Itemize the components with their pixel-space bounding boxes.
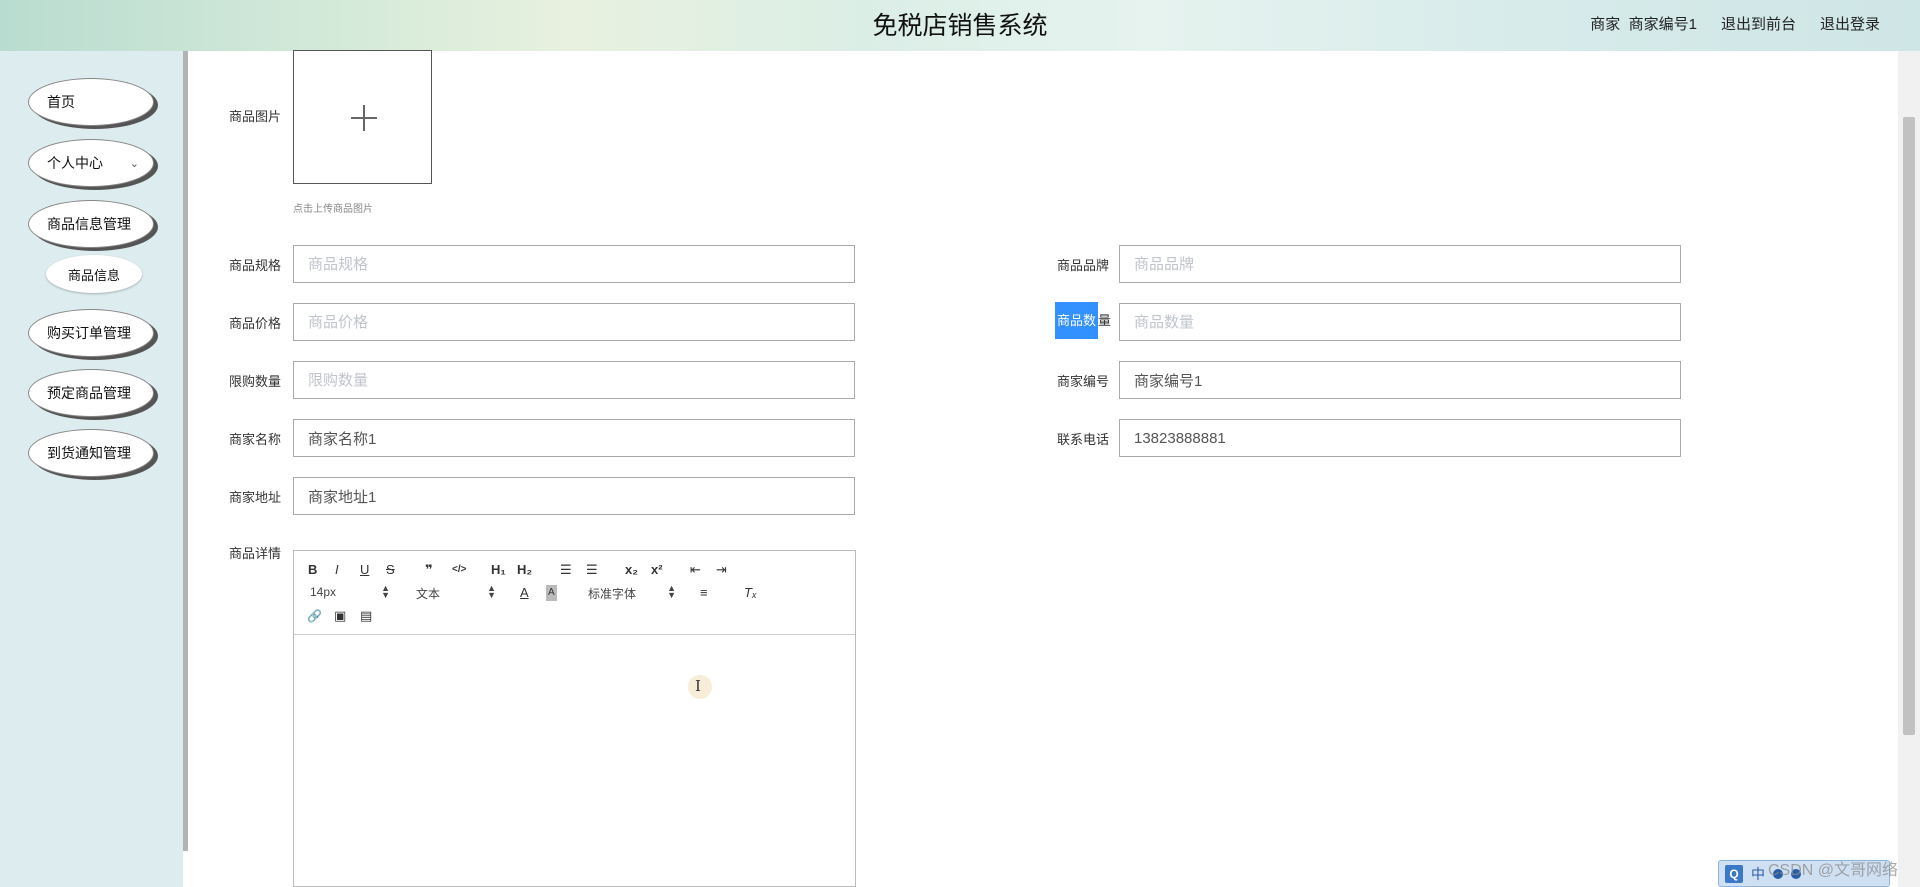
select-arrow-icon: ▲ ▼: [487, 583, 496, 600]
limit-label: 限购数量: [229, 374, 282, 389]
merchant-id-input[interactable]: [1119, 361, 1681, 399]
goto-front-link[interactable]: 退出到前台: [1721, 13, 1796, 34]
address-input[interactable]: [293, 477, 855, 515]
font-size-value: 14px: [310, 585, 337, 599]
bullet-list-button[interactable]: ☰: [586, 562, 598, 578]
user-role: 商家: [1590, 16, 1621, 33]
image-button[interactable]: ▣: [334, 608, 346, 624]
rich-text-editor: B I U S ❞ </> H₁ H₂ ☰ ☰ x₂ x² ⇤ ⇥ 14px ▲ ▼…: [293, 550, 856, 887]
video-button[interactable]: ▤: [360, 608, 372, 624]
block-type-select[interactable]: 文本 ▲ ▼: [416, 583, 496, 602]
watermark: CSDN @文哥网络: [1768, 862, 1899, 879]
sidebar-item-label: 个人中心: [47, 155, 103, 171]
code-button[interactable]: </>: [452, 562, 466, 578]
h2-button[interactable]: H₂: [517, 562, 532, 578]
image-upload-box[interactable]: [293, 50, 432, 184]
editor-content-area[interactable]: [294, 635, 855, 885]
upload-hint: 点击上传商品图片: [293, 204, 373, 215]
merchant-name-label: 商家名称: [229, 432, 282, 447]
scrollbar-thumb[interactable]: [1903, 117, 1915, 735]
plus-icon: [351, 105, 377, 131]
link-button[interactable]: 🔗: [307, 608, 322, 624]
spec-input[interactable]: [293, 245, 855, 283]
sidebar-item-product-management[interactable]: 商品信息管理: [28, 200, 154, 248]
align-button[interactable]: ≡: [700, 585, 708, 601]
logout-link[interactable]: 退出登录: [1820, 13, 1880, 34]
sidebar-item-order-management[interactable]: 购买订单管理: [28, 309, 154, 357]
clean-format-button[interactable]: Tₓ: [744, 585, 757, 601]
sidebar-item-arrival-notice-management[interactable]: 到货通知管理: [28, 429, 154, 477]
sidebar-item-label: 商品信息管理: [47, 216, 131, 232]
editor-toolbar: B I U S ❞ </> H₁ H₂ ☰ ☰ x₂ x² ⇤ ⇥ 14px ▲ ▼…: [294, 551, 855, 635]
sidebar-item-label: 预定商品管理: [47, 385, 131, 401]
font-family-value: 标准字体: [588, 587, 637, 601]
text-cursor-icon: I: [688, 675, 712, 699]
italic-button[interactable]: I: [335, 562, 339, 578]
background-color-button[interactable]: A: [546, 585, 557, 601]
limit-input[interactable]: [293, 361, 855, 399]
sidebar-item-label: 到货通知管理: [47, 445, 131, 461]
username: 商家编号1: [1628, 16, 1697, 33]
select-arrow-icon: ▲ ▼: [381, 583, 390, 600]
bold-button[interactable]: B: [308, 562, 317, 578]
merchant-id-label: 商家编号: [1057, 374, 1110, 389]
sidebar-subitem-product-info[interactable]: 商品信息: [46, 255, 142, 293]
brand-label: 商品品牌: [1057, 258, 1110, 273]
underline-button[interactable]: U: [360, 562, 369, 578]
quantity-input[interactable]: [1119, 303, 1681, 341]
h1-button[interactable]: H₁: [491, 562, 506, 578]
indent-button[interactable]: ⇥: [716, 562, 727, 578]
spec-label: 商品规格: [229, 258, 282, 273]
page-scrollbar[interactable]: [1898, 51, 1920, 887]
block-type-value: 文本: [416, 587, 441, 601]
price-label: 商品价格: [229, 316, 282, 331]
price-input[interactable]: [293, 303, 855, 341]
sidebar-subitem-label: 商品信息: [67, 267, 120, 283]
sidebar: 首页 个人中心 ⌄ 商品信息管理 商品信息 购买订单管理 预定商品管理 到货通知管…: [0, 51, 183, 887]
select-arrow-icon: ▲ ▼: [667, 583, 676, 600]
quantity-label: 商品数量: [1055, 302, 1111, 339]
phone-input[interactable]: [1119, 419, 1681, 457]
phone-label: 联系电话: [1057, 432, 1110, 447]
top-header: 免税店销售系统 商家 商家编号1 退出到前台 退出登录: [0, 0, 1920, 51]
sidebar-item-label: 购买订单管理: [47, 325, 131, 341]
selected-text: 商品数: [1055, 302, 1099, 339]
blockquote-button[interactable]: ❞: [425, 562, 433, 578]
sidebar-item-label: 首页: [47, 94, 75, 110]
superscript-button[interactable]: x²: [651, 562, 663, 578]
chevron-down-icon: ⌄: [129, 158, 139, 170]
detail-label: 商品详情: [229, 546, 282, 561]
sidebar-item-home[interactable]: 首页: [28, 78, 154, 126]
user-info: 商家 商家编号1: [1590, 13, 1697, 34]
sidebar-item-reservation-management[interactable]: 预定商品管理: [28, 369, 154, 417]
sidebar-item-personal-center[interactable]: 个人中心 ⌄: [28, 139, 154, 187]
strike-button[interactable]: S: [386, 562, 395, 578]
merchant-name-input[interactable]: [293, 419, 855, 457]
ime-q-icon: Q: [1725, 864, 1743, 883]
quantity-label-rest: 量: [1098, 313, 1112, 328]
brand-input[interactable]: [1119, 245, 1681, 283]
font-family-select[interactable]: 标准字体 ▲ ▼: [588, 583, 676, 602]
ime-mode-label: 中: [1751, 865, 1765, 882]
subscript-button[interactable]: x₂: [625, 562, 638, 578]
font-color-button[interactable]: A: [520, 585, 529, 601]
image-label: 商品图片: [229, 109, 282, 124]
ordered-list-button[interactable]: ☰: [560, 562, 572, 578]
address-label: 商家地址: [229, 490, 282, 505]
outdent-button[interactable]: ⇤: [690, 562, 701, 578]
user-area: 商家 商家编号1 退出到前台 退出登录: [1590, 13, 1880, 34]
font-size-select[interactable]: 14px ▲ ▼: [310, 583, 390, 600]
